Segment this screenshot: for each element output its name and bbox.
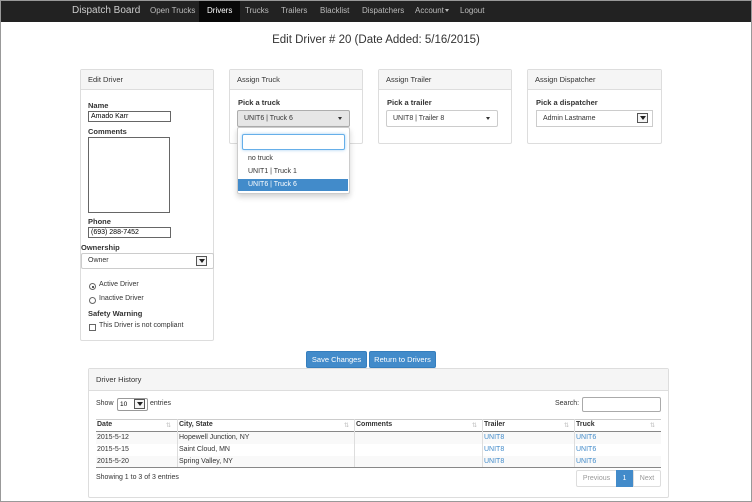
column-divider bbox=[574, 419, 575, 467]
pagination-next-button[interactable]: Next bbox=[633, 470, 661, 487]
safety-warning-label: Safety Warning bbox=[88, 309, 143, 318]
search-label: Search: bbox=[555, 400, 580, 407]
nav-open-trucks[interactable]: Open Trucks bbox=[142, 1, 203, 22]
column-divider bbox=[354, 419, 355, 467]
active-driver-label: Active Driver bbox=[99, 281, 139, 288]
phone-input[interactable]: (693) 288-7452 bbox=[88, 227, 171, 238]
sort-icon: ⇅ bbox=[564, 423, 569, 429]
trailer-select-button[interactable]: UNIT8 | Trailer 8 bbox=[386, 110, 498, 127]
nav-drivers[interactable]: Drivers bbox=[199, 1, 241, 22]
cell-truck-link[interactable]: UNIT6 bbox=[576, 432, 596, 444]
column-divider bbox=[177, 419, 178, 467]
column-divider bbox=[482, 419, 483, 467]
truck-search-input[interactable] bbox=[242, 134, 345, 150]
history-search-input[interactable] bbox=[582, 397, 661, 412]
pick-dispatcher-label: Pick a dispatcher bbox=[536, 98, 598, 107]
cell-date: 2015-5-12 bbox=[97, 434, 129, 441]
active-driver-radio[interactable] bbox=[89, 283, 96, 290]
truck-option[interactable]: no truck bbox=[238, 153, 348, 165]
page-size-value: 10 bbox=[120, 401, 128, 408]
panel-heading-assign-trailer: Assign Trailer bbox=[379, 70, 511, 90]
dispatcher-select[interactable]: Admin Lastname bbox=[536, 110, 653, 127]
panel-heading-assign-truck: Assign Truck bbox=[230, 70, 362, 90]
cell-truck-link[interactable]: UNIT6 bbox=[576, 444, 596, 456]
truck-select-button[interactable]: UNIT6 | Truck 6 bbox=[237, 110, 350, 127]
column-header-trailer[interactable]: Trailer bbox=[484, 419, 505, 431]
sort-icon: ⇅ bbox=[344, 423, 349, 429]
not-compliant-label: This Driver is not compliant bbox=[99, 322, 184, 329]
phone-label: Phone bbox=[88, 217, 111, 226]
not-compliant-checkbox[interactable] bbox=[89, 324, 96, 331]
cell-truck-link[interactable]: UNIT6 bbox=[576, 456, 596, 468]
ownership-selected-value: Owner bbox=[88, 257, 109, 264]
cell-date: 2015-5-20 bbox=[97, 458, 129, 465]
column-header-city-state[interactable]: City, State bbox=[179, 419, 213, 431]
sort-icon: ⇅ bbox=[166, 423, 171, 429]
comments-label: Comments bbox=[88, 127, 127, 136]
nav-blacklist[interactable]: Blacklist bbox=[312, 1, 357, 22]
select-arrow-icon bbox=[196, 256, 207, 266]
ownership-label: Ownership bbox=[81, 243, 120, 252]
pick-trailer-label: Pick a trailer bbox=[387, 98, 432, 107]
cell-trailer-link[interactable]: UNIT8 bbox=[484, 444, 504, 456]
entries-label: entries bbox=[150, 400, 172, 407]
pagination-previous-button[interactable]: Previous bbox=[576, 470, 617, 487]
chevron-down-icon bbox=[338, 117, 342, 120]
pick-truck-label: Pick a truck bbox=[238, 98, 281, 107]
select-arrow-icon bbox=[134, 399, 145, 409]
brand-link[interactable]: Dispatch Board bbox=[72, 5, 140, 16]
ownership-select[interactable]: Owner bbox=[81, 253, 214, 269]
name-label: Name bbox=[88, 101, 109, 110]
save-changes-button[interactable]: Save Changes bbox=[306, 351, 367, 368]
select-arrow-icon bbox=[637, 113, 648, 123]
return-to-drivers-button[interactable]: Return to Drivers bbox=[369, 351, 436, 368]
nav-account-label: Account bbox=[415, 6, 444, 15]
chevron-down-icon bbox=[486, 117, 490, 120]
cell-city-state: Spring Valley, NY bbox=[179, 458, 233, 465]
nav-logout[interactable]: Logout bbox=[452, 1, 492, 22]
top-navbar: Dispatch Board Open Trucks Drivers Truck… bbox=[1, 1, 751, 22]
column-header-date[interactable]: Date bbox=[97, 419, 112, 431]
nav-dispatchers[interactable]: Dispatchers bbox=[354, 1, 412, 22]
nav-trucks[interactable]: Trucks bbox=[237, 1, 277, 22]
panel-heading-assign-dispatcher: Assign Dispatcher bbox=[528, 70, 661, 90]
page-title: Edit Driver # 20 (Date Added: 5/16/2015) bbox=[272, 34, 480, 46]
name-input[interactable]: Amado Karr bbox=[88, 111, 171, 122]
cell-date: 2015-5-15 bbox=[97, 446, 129, 453]
inactive-driver-label: Inactive Driver bbox=[99, 295, 144, 302]
cell-trailer-link[interactable]: UNIT8 bbox=[484, 456, 504, 468]
pagination-page-1[interactable]: 1 bbox=[616, 470, 633, 487]
inactive-driver-radio[interactable] bbox=[89, 297, 96, 304]
nav-account-dropdown[interactable]: Account bbox=[407, 1, 457, 22]
column-header-comments[interactable]: Comments bbox=[356, 419, 392, 431]
truck-selected-value: UNIT6 | Truck 6 bbox=[244, 115, 293, 122]
column-header-truck[interactable]: Truck bbox=[576, 419, 595, 431]
sort-icon: ⇅ bbox=[650, 423, 655, 429]
chevron-down-icon bbox=[444, 9, 449, 13]
sort-icon: ⇅ bbox=[472, 423, 477, 429]
dispatcher-selected-value: Admin Lastname bbox=[543, 115, 596, 122]
truck-option-highlighted[interactable]: UNIT6 | Truck 6 bbox=[238, 179, 348, 191]
trailer-selected-value: UNIT8 | Trailer 8 bbox=[393, 115, 445, 122]
truck-option[interactable]: UNIT1 | Truck 1 bbox=[238, 166, 348, 178]
panel-heading-edit-driver: Edit Driver bbox=[81, 70, 213, 90]
cell-city-state: Saint Cloud, MN bbox=[179, 446, 230, 453]
nav-trailers[interactable]: Trailers bbox=[273, 1, 315, 22]
show-label: Show bbox=[96, 400, 114, 407]
panel-heading-driver-history: Driver History bbox=[89, 369, 668, 391]
cell-trailer-link[interactable]: UNIT8 bbox=[484, 432, 504, 444]
table-info: Showing 1 to 3 of 3 entries bbox=[96, 474, 179, 481]
comments-textarea[interactable] bbox=[88, 137, 170, 213]
cell-city-state: Hopewell Junction, NY bbox=[179, 434, 250, 441]
